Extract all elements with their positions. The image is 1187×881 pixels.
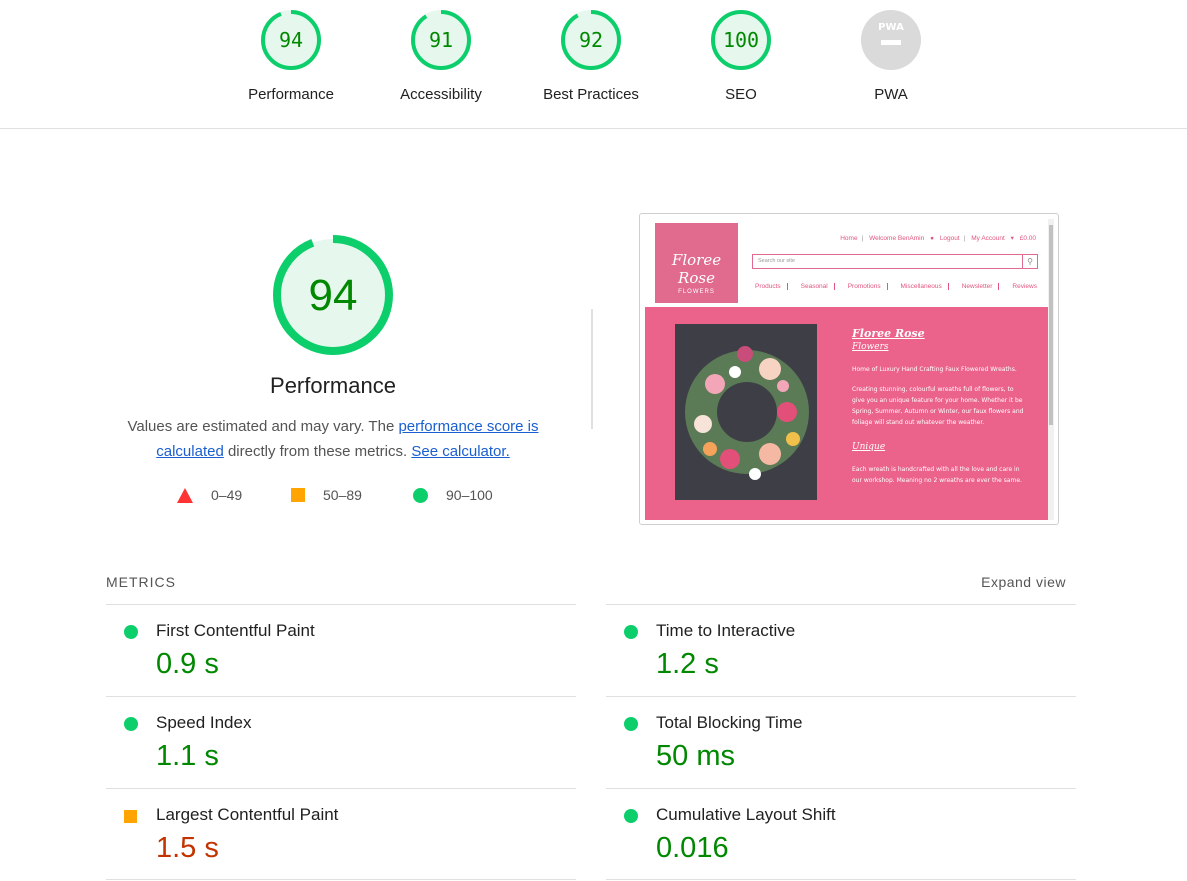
- performance-title: Performance: [270, 373, 396, 398]
- legend-range: 0–49: [211, 487, 243, 503]
- site-category: Promotions: [844, 283, 888, 290]
- site-nav-logout: Logout: [939, 235, 960, 242]
- site-nav-account: My Account: [971, 235, 1005, 242]
- site-nav-basket: £0.00: [1019, 235, 1036, 242]
- gauge-accessibility-ring: 91: [411, 10, 471, 70]
- site-hero: Floree Rose Flowers Home of Luxury Hand …: [645, 307, 1048, 520]
- metric-time-to-interactive: Time to Interactive 1.2 s: [606, 604, 1076, 696]
- metric-cumulative-layout-shift: Cumulative Layout Shift 0.016: [606, 788, 1076, 880]
- expand-view-toggle[interactable]: Expand view: [981, 574, 1066, 590]
- vertical-divider: [591, 309, 593, 429]
- search-icon: ⚲: [1022, 255, 1037, 268]
- description-text: Values are estimated and may vary. The: [127, 418, 399, 435]
- performance-score: 94: [309, 271, 358, 320]
- gauge-performance-ring: 94: [261, 10, 321, 70]
- user-icon: ●: [930, 235, 934, 242]
- site-hero-paragraph: Creating stunning, colourful wreaths ful…: [852, 386, 1024, 426]
- site-hero-title: Floree Rose: [852, 327, 925, 340]
- site-search-box: Search our site ⚲: [752, 254, 1038, 269]
- legend-fail: 0–49: [177, 487, 242, 503]
- gauge-performance[interactable]: 94 Performance: [226, 8, 356, 103]
- gauge-label: Accessibility: [400, 86, 482, 103]
- metric-title: Total Blocking Time: [656, 713, 803, 732]
- gauge-seo[interactable]: 100 SEO: [676, 8, 806, 103]
- performance-gauge: 94: [270, 232, 396, 363]
- metric-title: Speed Index: [156, 713, 252, 732]
- gauge-label: SEO: [725, 86, 757, 103]
- site-hero-paragraph: Each wreath is handcrafted with all the …: [852, 466, 1022, 484]
- metric-title: Time to Interactive: [656, 621, 796, 640]
- site-logo: Floree Rose FLOWERS: [655, 223, 738, 303]
- pass-circle-icon: [413, 487, 428, 503]
- legend-range: 50–89: [323, 487, 362, 503]
- pass-circle-icon: [124, 625, 138, 639]
- average-square-icon: [291, 488, 305, 502]
- legend-average: 50–89: [291, 487, 362, 503]
- metric-largest-contentful-paint: Largest Contentful Paint 1.5 s: [106, 788, 576, 880]
- performance-gauge-ring: 94: [273, 235, 393, 355]
- site-top-nav: Home | Welcome BenAmin ● Logout | My Accou…: [840, 235, 1036, 242]
- site-nav-home: Home: [840, 235, 858, 242]
- metric-title: Largest Contentful Paint: [156, 805, 339, 824]
- pass-circle-icon: [624, 625, 638, 639]
- metric-value: 1.1 s: [156, 740, 219, 772]
- metric-title: First Contentful Paint: [156, 621, 315, 640]
- site-hero-subtitle: Flowers: [852, 342, 889, 352]
- site-category: Products: [751, 283, 788, 290]
- score-summary: 94 Performance 91 Accessibility 92 Best …: [0, 0, 1187, 129]
- gauge-label: Performance: [248, 86, 334, 103]
- gauge-score: 100: [723, 28, 759, 52]
- metric-speed-index: Speed Index 1.1 s: [106, 696, 576, 788]
- gauge-score: 92: [579, 28, 603, 52]
- gauge-score: 94: [279, 28, 303, 52]
- pwa-badge-text: PWA: [878, 22, 904, 33]
- final-screenshot[interactable]: Floree Rose FLOWERS Home | Welcome BenAmi…: [639, 213, 1059, 525]
- site-category: Newsletter: [958, 283, 1000, 290]
- site-logo-subtitle: FLOWERS: [678, 289, 715, 295]
- gauge-best-practices-ring: 92: [561, 10, 621, 70]
- gauge-pwa[interactable]: PWA PWA: [826, 8, 956, 103]
- gauge-score: 91: [429, 28, 453, 52]
- gauge-label: PWA: [874, 86, 908, 103]
- site-hero-paragraph: Home of Luxury Hand Crafting Faux Flower…: [852, 366, 1017, 373]
- metrics-heading: METRICS: [106, 574, 176, 590]
- wreath-image: [675, 324, 817, 500]
- metric-total-blocking-time: Total Blocking Time 50 ms: [606, 696, 1076, 788]
- gauge-label: Best Practices: [543, 86, 639, 103]
- pass-circle-icon: [124, 717, 138, 731]
- metric-first-contentful-paint: First Contentful Paint 0.9 s: [106, 604, 576, 696]
- fail-triangle-icon: [177, 487, 193, 503]
- site-nav-welcome: Welcome BenAmin: [869, 235, 925, 242]
- site-category: Seasonal: [797, 283, 835, 290]
- site-category: Miscellaneous: [897, 283, 949, 290]
- site-category: Reviews: [1012, 283, 1037, 290]
- screenshot-scrollbar: [1048, 219, 1054, 520]
- metric-title: Cumulative Layout Shift: [656, 805, 836, 824]
- metric-value: 50 ms: [656, 740, 735, 772]
- see-calculator-link[interactable]: See calculator.: [411, 443, 509, 460]
- gauge-best-practices[interactable]: 92 Best Practices: [526, 8, 656, 103]
- metric-value: 1.2 s: [656, 648, 719, 680]
- site-logo-title: Floree Rose: [671, 251, 722, 287]
- metric-value: 0.9 s: [156, 648, 219, 680]
- site-search-placeholder: Search our site: [758, 258, 795, 264]
- gauge-seo-ring: 100: [711, 10, 771, 70]
- site-categories: Products Seasonal Promotions Miscellaneo…: [751, 283, 1043, 290]
- pwa-badge-icon: PWA: [861, 10, 921, 70]
- metric-value: 1.5 s: [156, 832, 219, 864]
- pass-circle-icon: [624, 717, 638, 731]
- cart-icon: ▾: [1010, 235, 1014, 242]
- site-hero-text: Floree Rose Flowers Home of Luxury Hand …: [852, 327, 1027, 486]
- gauge-accessibility[interactable]: 91 Accessibility: [376, 8, 506, 103]
- pass-circle-icon: [624, 809, 638, 823]
- average-square-icon: [124, 810, 137, 823]
- metric-value: 0.016: [656, 832, 729, 864]
- performance-description: Values are estimated and may vary. The p…: [118, 414, 548, 464]
- screenshot-page: Floree Rose FLOWERS Home | Welcome BenAmi…: [645, 219, 1048, 520]
- site-hero-heading: Unique: [852, 442, 886, 452]
- legend-range: 90–100: [446, 487, 493, 503]
- legend-pass: 90–100: [413, 487, 493, 503]
- description-text: directly from these metrics.: [223, 443, 412, 460]
